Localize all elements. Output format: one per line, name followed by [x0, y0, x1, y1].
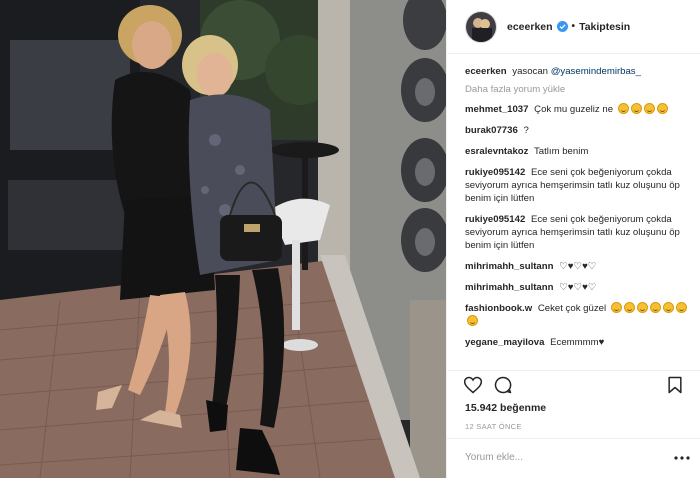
comment-item: mehmet_1037 Çok mu guzeliz ne — [465, 103, 687, 116]
following-button[interactable]: Takiptesin — [579, 21, 630, 33]
post-photo[interactable] — [0, 0, 446, 478]
comment-list[interactable]: eceerken yasocan @yasemindemirbas_ Daha … — [447, 55, 700, 367]
comment-username[interactable]: mihrimahh_sultann — [465, 282, 554, 293]
comment-item: mihrimahh_sultann ♡♥♡♥♡ — [465, 281, 687, 294]
comment-text: Ecemmmm♥ — [550, 337, 605, 348]
comment-username[interactable]: esralevntakoz — [465, 146, 528, 157]
comment-item: yegane_mayilova Ecemmmm♥ — [465, 336, 687, 349]
grinning-sweat-emoji-icon — [630, 103, 642, 114]
post-header: eceerken • Takiptesin — [447, 0, 700, 54]
comment-username[interactable]: burak07736 — [465, 125, 518, 136]
avatar-image — [466, 11, 496, 42]
grinning-sweat-emoji-icon — [617, 103, 629, 114]
bookmark-icon[interactable] — [665, 375, 685, 395]
like-count[interactable]: 15.942 beğenme — [465, 402, 546, 414]
caption-username[interactable]: eceerken — [465, 66, 507, 77]
action-bar — [447, 370, 700, 398]
comment-username[interactable]: fashionbook.w — [465, 303, 532, 314]
crying-emoji-icon — [675, 302, 687, 313]
caption-text: yasocan — [512, 66, 549, 77]
grinning-sweat-emoji-icon — [643, 103, 655, 114]
post-image — [0, 0, 446, 478]
caption: eceerken yasocan @yasemindemirbas_ — [465, 65, 687, 78]
crying-emoji-icon — [649, 302, 661, 313]
comment-item: rukiye095142 Ece seni çok beğeniyorum ço… — [465, 166, 687, 205]
more-options-icon[interactable] — [673, 449, 691, 467]
comment-item: mihrimahh_sultann ♡♥♡♥♡ — [465, 260, 687, 273]
heart-outline-icon[interactable] — [463, 375, 483, 395]
add-comment-bar — [447, 438, 700, 478]
load-more-comments-button[interactable]: Daha fazla yorum yükle — [465, 84, 687, 95]
grinning-sweat-emoji-icon — [656, 103, 668, 114]
comment-username[interactable]: rukiye095142 — [465, 214, 525, 225]
verified-badge-icon — [556, 21, 568, 32]
crying-emoji-icon — [467, 315, 478, 326]
comment-input[interactable] — [465, 452, 665, 463]
crying-emoji-icon — [636, 302, 648, 313]
comment-username[interactable]: mihrimahh_sultann — [465, 261, 554, 272]
comment-text: ♡♥♡♥♡ — [559, 282, 597, 293]
comment-text: ♡♥♡♥♡ — [559, 261, 597, 272]
comment-item: esralevntakoz Tatlım benim — [465, 145, 687, 158]
separator-dot: • — [571, 21, 576, 32]
avatar[interactable] — [465, 10, 497, 43]
comment-text: Ceket çok güzel — [537, 303, 607, 314]
crying-emoji-icon — [623, 302, 635, 313]
post-timestamp[interactable]: 12 SAAT ÖNCE — [465, 422, 522, 431]
instagram-post: eceerken • Takiptesin eceerken yasocan @… — [0, 0, 700, 478]
comment-username[interactable]: rukiye095142 — [465, 167, 525, 178]
comment-username[interactable]: yegane_mayilova — [465, 337, 544, 348]
crying-emoji-icon — [610, 302, 622, 313]
post-side-panel: eceerken • Takiptesin eceerken yasocan @… — [446, 0, 700, 478]
caption-mention[interactable]: @yasemindemirbas_ — [551, 66, 641, 77]
speech-bubble-icon[interactable] — [493, 375, 513, 395]
comment-item: rukiye095142 Ece seni çok beğeniyorum ço… — [465, 213, 687, 252]
comment-item: fashionbook.w Ceket çok güzel — [465, 302, 687, 328]
comment-text: ? — [523, 125, 529, 136]
comment-text: Çok mu guzeliz ne — [534, 104, 614, 115]
comment-username[interactable]: mehmet_1037 — [465, 104, 528, 115]
comment-item: burak07736 ? — [465, 124, 687, 137]
comment-text: Tatlım benim — [533, 146, 589, 157]
crying-emoji-icon — [662, 302, 674, 313]
header-username[interactable]: eceerken — [507, 21, 553, 33]
